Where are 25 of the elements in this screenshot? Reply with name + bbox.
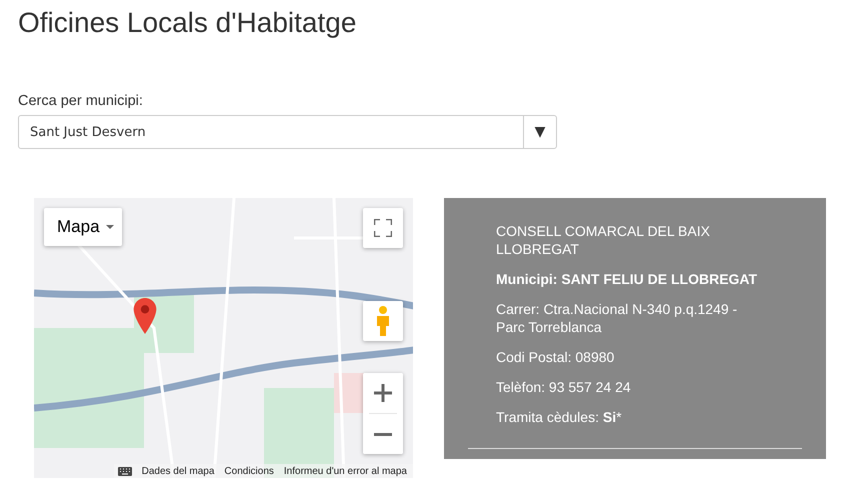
office-detail: Codi Postal: 08980: [496, 348, 616, 366]
zoom-out-button[interactable]: [363, 414, 403, 454]
caret-icon: [106, 225, 114, 229]
map-view[interactable]: Mapa Dades del mapa Condicions Informeu d'un error al mapa: [34, 198, 413, 478]
office-detail: Municipi: SANT FELIU DE LLOBREGAT: [496, 270, 758, 288]
dropdown-toggle[interactable]: ▼: [523, 116, 556, 148]
map-marker-icon[interactable]: [132, 298, 158, 334]
fullscreen-button[interactable]: [363, 208, 403, 248]
map-footer-link[interactable]: Informeu d'un error al mapa: [284, 466, 407, 476]
municipality-select[interactable]: Sant Just Desvern ▼: [18, 115, 557, 149]
person-icon: [376, 306, 390, 336]
zoom-in-button[interactable]: [363, 373, 403, 413]
office-detail: Carrer: Ctra.Nacional N-340 p.q.1249 - Parc Torreblanca: [496, 300, 738, 336]
office-detail: CONSELL COMARCAL DEL BAIX LLOBREGAT: [496, 222, 711, 258]
map-footer-link[interactable]: Dades del mapa: [142, 466, 214, 476]
keyboard-icon[interactable]: [118, 466, 132, 476]
page-title: Oficines Locals d'Habitatge: [18, 6, 358, 40]
fullscreen-icon: [374, 219, 392, 237]
search-label: Cerca per municipi:: [18, 93, 144, 109]
map-type-button[interactable]: Mapa: [44, 208, 122, 246]
office-detail: Telèfon: 93 557 24 24: [496, 378, 632, 396]
map-footer-link[interactable]: Condicions: [224, 466, 274, 476]
minus-icon: [374, 432, 392, 436]
office-detail: Tramita cèdules: Si*: [496, 408, 623, 426]
plus-icon: [374, 384, 392, 402]
